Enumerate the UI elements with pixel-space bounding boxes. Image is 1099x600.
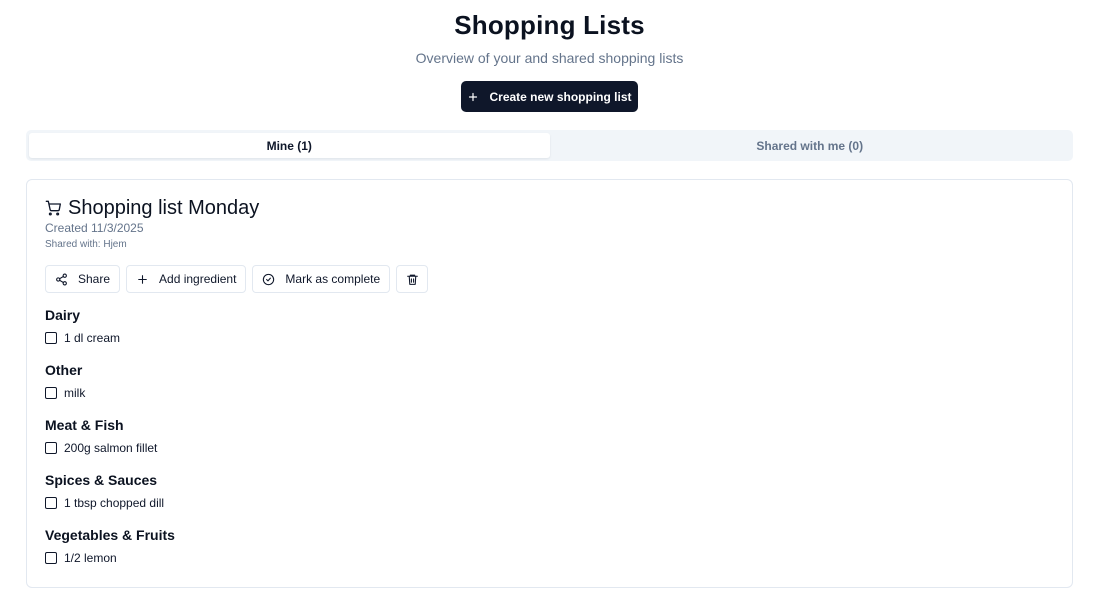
trash-icon <box>406 274 418 285</box>
page-title: Shopping Lists <box>454 10 645 40</box>
category-title: Vegetables & Fruits <box>45 527 175 543</box>
category-title: Other <box>45 362 83 378</box>
category-title: Meat & Fish <box>45 417 124 433</box>
category-group: Spices & Sauces 1 tbsp chopped dill <box>45 471 175 526</box>
share-icon <box>56 273 67 285</box>
mark-complete-button[interactable]: Mark as complete <box>252 265 391 293</box>
category-group: Dairy 1 dl cream <box>45 306 175 361</box>
ingredient-groups: Dairy 1 dl cream Other milk Meat & Fish … <box>45 306 175 581</box>
list-item: milk <box>45 386 175 400</box>
page-header: Shopping Lists Overview of your and shar… <box>0 0 1099 67</box>
category-group: Meat & Fish 200g salmon fillet <box>45 416 175 471</box>
page-subtitle: Overview of your and shared shopping lis… <box>415 50 684 66</box>
item-label: 1 dl cream <box>64 331 121 345</box>
delete-list-button[interactable] <box>396 265 429 293</box>
plus-icon <box>469 92 478 101</box>
item-checkbox[interactable] <box>45 387 57 399</box>
share-label: Share <box>78 272 111 286</box>
list-header: Shopping list Monday Created 11/3/2025 S… <box>45 196 259 251</box>
plus-icon <box>138 274 147 284</box>
list-actions: Share Add ingredient Mark as complete <box>45 265 429 293</box>
item-checkbox[interactable] <box>45 332 57 344</box>
list-title: Shopping list Monday <box>68 197 260 219</box>
list-item: 1 dl cream <box>45 331 175 345</box>
list-tabs: Mine (1) Shared with me (0) <box>26 130 1073 161</box>
circle-check-icon <box>263 273 275 285</box>
list-title-row: Shopping list Monday <box>45 196 259 220</box>
category-title: Spices & Sauces <box>45 472 158 488</box>
list-item: 1 tbsp chopped dill <box>45 496 175 510</box>
shopping-list-card: Shopping list Monday Created 11/3/2025 S… <box>26 179 1073 588</box>
list-item: 1/2 lemon <box>45 551 175 565</box>
item-checkbox[interactable] <box>45 442 57 454</box>
share-button[interactable]: Share <box>45 265 121 293</box>
item-checkbox[interactable] <box>45 552 57 564</box>
list-item: 200g salmon fillet <box>45 441 175 455</box>
list-created-date: Created 11/3/2025 <box>45 221 144 235</box>
item-label: 1/2 lemon <box>64 551 117 565</box>
mark-complete-label: Mark as complete <box>285 272 381 286</box>
tab-shared-label: Shared with me (0) <box>756 138 864 153</box>
category-group: Vegetables & Fruits 1/2 lemon <box>45 526 175 581</box>
tab-mine-label: Mine (1) <box>266 138 312 153</box>
shopping-cart-icon <box>45 200 61 216</box>
tab-shared[interactable]: Shared with me (0) <box>550 133 1071 158</box>
shopping-lists-page: Shopping Lists Overview of your and shar… <box>0 0 1099 600</box>
category-group: Other milk <box>45 361 175 416</box>
create-list-button[interactable]: Create new shopping list <box>461 81 638 112</box>
item-checkbox[interactable] <box>45 497 57 509</box>
item-label: milk <box>64 386 86 400</box>
add-ingredient-button[interactable]: Add ingredient <box>126 265 247 293</box>
tab-mine[interactable]: Mine (1) <box>29 133 550 158</box>
item-label: 200g salmon fillet <box>64 441 158 455</box>
list-shared-with: Shared with: Hjem <box>45 239 127 250</box>
create-list-label: Create new shopping list <box>489 89 632 104</box>
add-ingredient-label: Add ingredient <box>159 272 237 286</box>
item-label: 1 tbsp chopped dill <box>64 496 165 510</box>
category-title: Dairy <box>45 307 81 323</box>
